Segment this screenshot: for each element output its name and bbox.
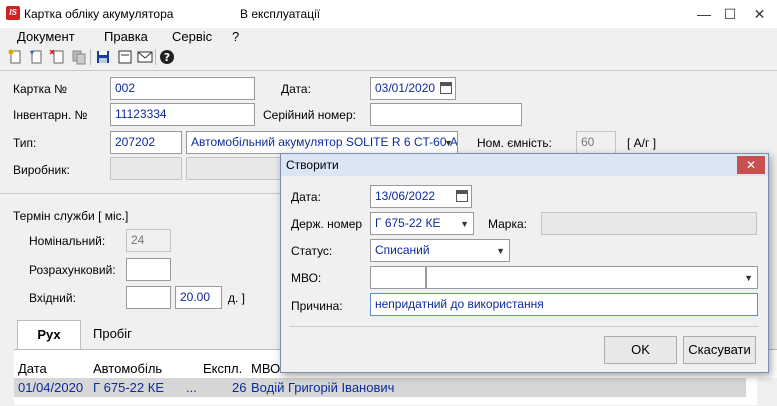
mail-icon[interactable]: [136, 48, 154, 66]
separator: [0, 70, 777, 71]
menu-document[interactable]: Документ: [17, 28, 75, 46]
chevron-down-icon[interactable]: ▼: [744, 267, 753, 288]
input-term-label: Вхідний:: [29, 291, 76, 305]
maker-label: Виробник:: [13, 163, 70, 177]
column-header-expl[interactable]: Експл.: [203, 361, 242, 376]
reason-input[interactable]: непридатний до використання: [370, 293, 758, 316]
app-logo-icon: IS: [6, 6, 20, 20]
chevron-down-icon[interactable]: ▼: [460, 213, 469, 234]
dialog-title: Створити: [286, 158, 339, 172]
edit-doc-icon[interactable]: [28, 48, 46, 66]
status-value: Списаний: [375, 243, 430, 257]
serial-no-field[interactable]: [370, 103, 522, 126]
dialog-date-field[interactable]: 13/06/2022: [370, 185, 472, 208]
dialog-date-label: Дата:: [291, 190, 321, 204]
svg-text:?: ?: [164, 51, 170, 64]
date-field[interactable]: 03/01/2020: [370, 77, 456, 100]
calculated-label: Розрахунковий:: [29, 263, 116, 277]
service-term-label: Термін служби [ міс.]: [13, 209, 129, 223]
row-expl: 26: [232, 380, 247, 395]
calendar-icon[interactable]: [456, 190, 468, 202]
ok-button[interactable]: OK: [604, 336, 677, 364]
help-icon[interactable]: ?: [158, 48, 176, 66]
copy-doc-icon[interactable]: [70, 48, 88, 66]
menu-service[interactable]: Сервіс: [172, 28, 212, 46]
plate-value: Г 675-22 КЕ: [375, 216, 441, 230]
input-term-field-2[interactable]: 20.00: [175, 286, 222, 309]
chevron-down-icon[interactable]: ▼: [444, 132, 453, 153]
delete-doc-icon[interactable]: [49, 48, 67, 66]
inventory-no-field[interactable]: 11123334: [110, 103, 255, 126]
mvo-label: МВО:: [291, 271, 322, 285]
type-code-field[interactable]: 207202: [110, 131, 182, 154]
column-header-car[interactable]: Автомобіль: [93, 361, 162, 376]
date-label: Дата:: [281, 82, 311, 96]
nominal-field[interactable]: 24: [126, 229, 171, 252]
close-window-button[interactable]: ✕: [742, 0, 777, 28]
mvo-code-field[interactable]: [370, 266, 426, 289]
maximize-button[interactable]: ☐: [716, 0, 744, 28]
capacity-label: Ном. ємність:: [477, 136, 553, 150]
row-mvo: Водій Григорій Іванович: [251, 380, 395, 395]
menu-edit[interactable]: Правка: [104, 28, 148, 46]
row-car: Г 675-22 КЕ: [93, 380, 164, 395]
dialog-close-button[interactable]: ✕: [737, 156, 765, 174]
column-header-date[interactable]: Дата: [18, 361, 47, 376]
menu-help[interactable]: ?: [232, 28, 239, 46]
tab-movement[interactable]: Рух: [17, 320, 81, 349]
plate-select[interactable]: Г 675-22 КЕ ▼: [370, 212, 474, 235]
dialog-date-value: 13/06/2022: [375, 189, 436, 203]
maker-code-field[interactable]: [110, 157, 182, 180]
dialog-titlebar: Створити ✕: [281, 154, 768, 176]
type-name-value: Автомобільний акумулятор SOLITE R 6 CT-6…: [191, 135, 458, 149]
column-header-mvo[interactable]: МВО: [251, 361, 280, 376]
inventory-no-label: Інвентарн. №: [13, 108, 88, 122]
save-icon[interactable]: [94, 48, 112, 66]
maker-name-field[interactable]: [186, 157, 282, 180]
mvo-name-select[interactable]: ▼: [426, 266, 758, 289]
card-no-field[interactable]: 002: [110, 77, 255, 100]
status-label: Статус:: [291, 244, 333, 258]
type-name-field[interactable]: Автомобільний акумулятор SOLITE R 6 CT-6…: [186, 131, 458, 154]
status-select[interactable]: Списаний ▼: [370, 239, 510, 262]
type-label: Тип:: [13, 136, 37, 150]
cancel-button[interactable]: Скасувати: [683, 336, 756, 364]
form-icon[interactable]: [116, 48, 134, 66]
serial-no-label: Серійний номер:: [263, 108, 356, 122]
separator: [0, 193, 280, 194]
capacity-unit: [ А/г ]: [627, 136, 657, 150]
calendar-icon[interactable]: [440, 82, 452, 94]
date-value: 03/01/2020: [375, 81, 436, 95]
document-status: В експлуатації: [240, 7, 321, 21]
create-dialog: Створити ✕ Дата: 13/06/2022 Держ. номер …: [280, 153, 769, 373]
card-no-label: Картка №: [13, 82, 67, 96]
row-car-lookup[interactable]: ...: [186, 380, 197, 395]
capacity-field[interactable]: 60: [576, 131, 616, 154]
toolbar: ?: [0, 46, 777, 68]
vertical-scrollbar[interactable]: [757, 378, 777, 406]
reason-label: Причина:: [291, 299, 343, 313]
toolbar-separator: [90, 49, 91, 65]
window-titlebar: IS Картка обліку акумулятора В експлуата…: [0, 0, 777, 28]
separator: [289, 326, 759, 327]
toolbar-separator: [155, 49, 156, 65]
chevron-down-icon[interactable]: ▼: [496, 240, 505, 261]
new-doc-icon[interactable]: [7, 48, 25, 66]
tab-mileage[interactable]: Пробіг: [81, 320, 151, 349]
row-date: 01/04/2020: [18, 380, 84, 395]
menu-bar: Документ Правка Сервіс ?: [0, 28, 777, 46]
minimize-button[interactable]: —: [690, 0, 718, 28]
brand-label: Марка:: [488, 217, 527, 231]
input-term-field[interactable]: [126, 286, 171, 309]
window-title: Картка обліку акумулятора: [24, 7, 174, 21]
brand-field[interactable]: [541, 212, 757, 235]
input-term-unit: д. ]: [228, 291, 246, 305]
plate-label: Держ. номер: [291, 217, 363, 231]
calculated-field[interactable]: [126, 258, 171, 281]
nominal-label: Номінальний:: [29, 234, 106, 248]
